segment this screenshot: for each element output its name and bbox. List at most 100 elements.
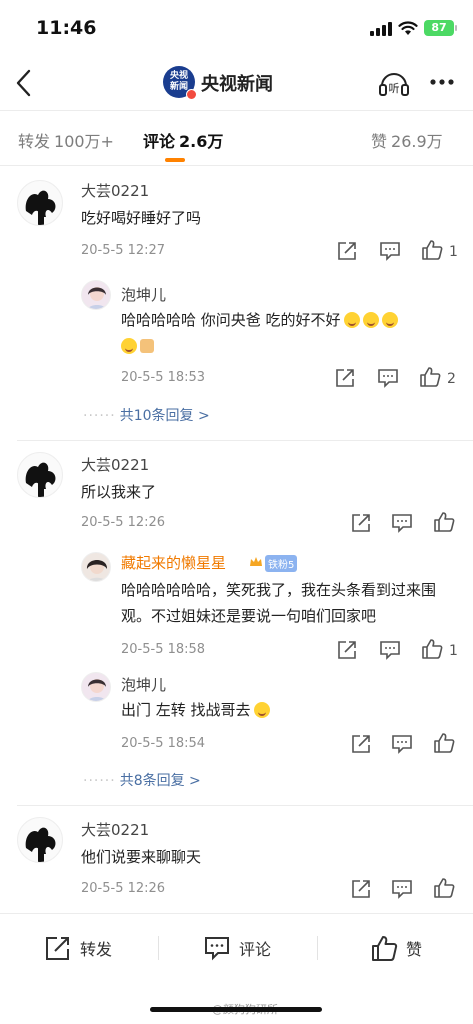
avatar-figure-icon bbox=[25, 827, 56, 862]
top-nav: 央视 新闻 央视新闻 听 bbox=[0, 56, 473, 110]
like-count: 2 bbox=[447, 371, 456, 387]
reply-icon[interactable] bbox=[377, 367, 399, 389]
comment-username[interactable]: 大芸0221 bbox=[81, 819, 149, 840]
laughing-emoji-icon bbox=[121, 338, 137, 354]
comment-item: 大芸0221 他们说要来聊聊天 20-5-5 12:26 bbox=[0, 805, 473, 913]
like-button[interactable]: 赞 bbox=[370, 934, 422, 962]
battery-indicator: 87 bbox=[424, 20, 454, 36]
comment-item: 大芸0221 吃好喝好睡好了吗 20-5-5 12:27 1 泡坤儿 哈哈哈哈哈… bbox=[0, 170, 473, 440]
comment-time: 20-5-5 12:26 bbox=[81, 881, 166, 896]
reply-icon[interactable] bbox=[379, 639, 401, 661]
comment-text: 所以我来了 bbox=[81, 483, 157, 501]
avatar[interactable] bbox=[81, 672, 111, 702]
back-arrow-icon[interactable] bbox=[12, 66, 36, 100]
bottom-action-bar: 转发 评论 赞 bbox=[0, 913, 473, 983]
account-avatar[interactable]: 央视 新闻 bbox=[163, 66, 197, 100]
tab-like-label: 赞 bbox=[371, 132, 388, 151]
home-indicator[interactable] bbox=[150, 1007, 322, 1012]
comment-button[interactable]: 评论 bbox=[203, 934, 271, 962]
share-icon[interactable] bbox=[350, 878, 372, 900]
listen-label: 听 bbox=[389, 82, 400, 95]
reply-text: 哈哈哈哈哈 你问央爸 吃的好不好 bbox=[121, 311, 341, 329]
share-icon[interactable] bbox=[336, 240, 358, 262]
comment-icon bbox=[205, 937, 229, 961]
comment-text: 他们说要来聊聊天 bbox=[81, 848, 202, 866]
reply-icon[interactable] bbox=[391, 878, 413, 900]
share-icon[interactable] bbox=[350, 733, 372, 755]
like-thumb-icon[interactable] bbox=[433, 877, 455, 899]
page-title[interactable]: 央视新闻 bbox=[201, 70, 273, 96]
status-bar: 11:46 87 bbox=[0, 0, 473, 56]
tab-repost[interactable]: 转发 100万+ bbox=[18, 128, 114, 152]
tab-repost-count: 100万+ bbox=[54, 132, 114, 151]
avatar[interactable] bbox=[81, 552, 111, 582]
bottom-divider bbox=[317, 936, 318, 960]
reply-time: 20-5-5 18:58 bbox=[121, 642, 206, 657]
fan-crown-icon bbox=[250, 557, 262, 566]
like-count: 1 bbox=[449, 244, 458, 260]
avatar-figure-icon bbox=[25, 462, 56, 497]
reply-time: 20-5-5 18:54 bbox=[121, 736, 206, 751]
like-thumb-icon[interactable] bbox=[433, 511, 455, 533]
header-divider bbox=[0, 110, 473, 111]
active-tab-indicator bbox=[165, 158, 185, 162]
reply-time: 20-5-5 18:53 bbox=[121, 370, 206, 385]
verified-badge-icon bbox=[186, 89, 197, 100]
tab-bar: 转发 100万+ 评论 2.6万 赞 26.9万 bbox=[0, 113, 473, 165]
tab-comment[interactable]: 评论 2.6万 bbox=[143, 128, 223, 152]
cellular-signal-icon bbox=[370, 22, 392, 36]
reply-icon[interactable] bbox=[391, 512, 413, 534]
reply-username[interactable]: 藏起来的懒星星 bbox=[121, 552, 226, 573]
avatar-girl-icon bbox=[87, 679, 107, 701]
tab-like[interactable]: 赞 26.9万 bbox=[371, 128, 443, 152]
laughing-emoji-icon bbox=[381, 312, 398, 328]
battery-tip bbox=[455, 25, 457, 31]
avatar[interactable] bbox=[17, 180, 63, 226]
avatar[interactable] bbox=[81, 280, 111, 310]
more-options-icon[interactable] bbox=[428, 70, 456, 94]
tab-comment-label: 评论 bbox=[143, 132, 176, 151]
reply-icon[interactable] bbox=[391, 733, 413, 755]
like-icon bbox=[372, 936, 398, 961]
comment-username[interactable]: 大芸0221 bbox=[81, 180, 149, 201]
repost-button[interactable]: 转发 bbox=[44, 934, 112, 962]
listen-headphones-icon[interactable]: 听 bbox=[378, 68, 410, 98]
reply-text: 出门 左转 找战哥去 bbox=[121, 701, 251, 719]
comment-item: 大芸0221 所以我来了 20-5-5 12:26 藏起来的懒星星 铁粉5 哈哈… bbox=[0, 440, 473, 805]
like-label: 赞 bbox=[406, 940, 423, 959]
like-thumb-icon[interactable] bbox=[419, 366, 441, 388]
wifi-icon bbox=[398, 21, 418, 35]
avatar-figure-icon bbox=[25, 190, 56, 225]
avatar[interactable] bbox=[17, 817, 63, 863]
reply-username[interactable]: 泡坤儿 bbox=[121, 284, 166, 305]
logo-text: 央视 新闻 bbox=[169, 71, 188, 92]
comment-text: 吃好喝好睡好了吗 bbox=[81, 209, 202, 227]
like-count: 1 bbox=[449, 643, 458, 659]
avatar-girl-icon bbox=[86, 560, 108, 581]
comment-label: 评论 bbox=[239, 940, 272, 959]
laughing-emoji-icon bbox=[253, 702, 270, 718]
like-thumb-icon[interactable] bbox=[421, 239, 443, 261]
like-thumb-icon[interactable] bbox=[433, 732, 455, 754]
tab-comment-count: 2.6万 bbox=[179, 132, 224, 151]
reply-icon[interactable] bbox=[379, 240, 401, 262]
reply-text-block: 出门 左转 找战哥去 bbox=[121, 697, 451, 723]
comment-time: 20-5-5 12:27 bbox=[81, 243, 166, 258]
more-replies-label: 共10条回复 > bbox=[119, 408, 210, 424]
more-replies-label: 共8条回复 > bbox=[119, 773, 201, 789]
reply-text: 哈哈哈哈哈哈，笑死我了，我在头条看到过来围观。不过姐妹还是要说一句咱们回家吧 bbox=[121, 581, 437, 625]
avatar[interactable] bbox=[17, 452, 63, 498]
reply-text-block: 哈哈哈哈哈 你问央爸 吃的好不好 bbox=[121, 307, 451, 359]
tab-repost-label: 转发 bbox=[18, 132, 51, 151]
more-replies-link[interactable]: ······ 共10条回复 > bbox=[83, 405, 210, 425]
more-replies-link[interactable]: ······ 共8条回复 > bbox=[83, 770, 201, 790]
like-thumb-icon[interactable] bbox=[421, 638, 443, 660]
avatar-girl-icon bbox=[87, 287, 107, 309]
tab-like-count: 26.9万 bbox=[391, 132, 443, 151]
share-icon[interactable] bbox=[336, 639, 358, 661]
share-icon[interactable] bbox=[350, 512, 372, 534]
reply-username[interactable]: 泡坤儿 bbox=[121, 674, 166, 695]
share-icon[interactable] bbox=[334, 367, 356, 389]
laughing-emoji-icon bbox=[343, 312, 360, 328]
comment-username[interactable]: 大芸0221 bbox=[81, 454, 149, 475]
